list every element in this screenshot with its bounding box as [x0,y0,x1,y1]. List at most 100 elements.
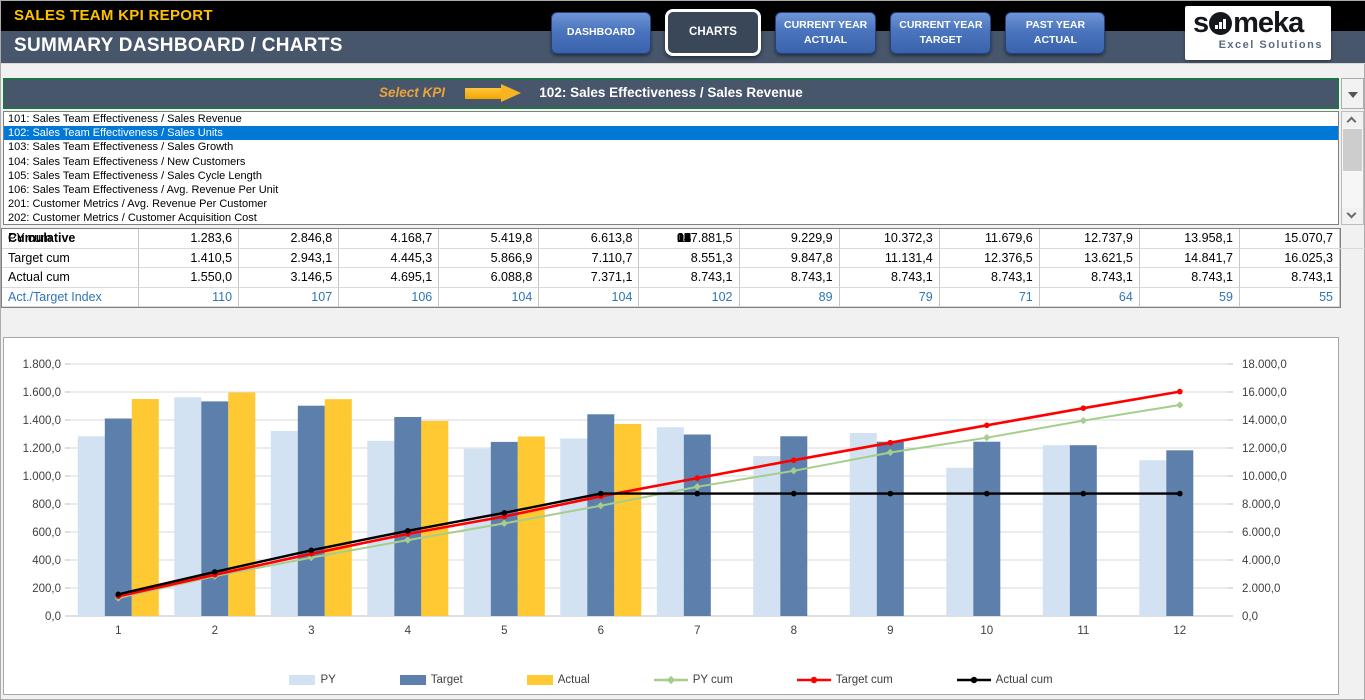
bar-target [298,406,325,616]
table-cell-value: 4.695,1 [339,268,439,288]
kpi-list-item[interactable]: 101: Sales Team Effectiveness / Sales Re… [4,112,1338,126]
charts-button[interactable]: CHARTS [665,9,761,56]
line-actual-cum-marker [598,491,604,497]
x-axis-label: 5 [501,625,507,637]
table-cell-value: 4.445,3 [339,249,439,269]
kpi-list-item[interactable]: 201: Customer Metrics / Avg. Revenue Per… [4,197,1338,211]
right-axis-label: 18.000,0 [1242,359,1287,371]
line-actual-cum-marker [888,491,894,497]
bar-target [684,435,711,617]
logo-text-meka: meka [1233,8,1303,38]
x-axis-label: 11 [1077,625,1089,637]
table-cell-value: 12.376,5 [940,249,1040,269]
legend-item-actual-cum: Actual cum [957,674,1053,686]
bar-target [587,414,614,616]
right-axis-label: 14.000,0 [1242,415,1287,427]
kpi-dropdown-button[interactable] [1341,78,1364,109]
x-axis-label: 7 [694,625,700,637]
x-axis-label: 4 [405,625,412,637]
line-target-cum-marker [1177,389,1183,395]
scroll-up-button[interactable] [1342,112,1363,128]
table-cell-value: 6.088,8 [439,268,539,288]
table-cell-value: 8.551,3 [639,249,739,269]
table-cell-value: 7.110,7 [539,249,639,269]
dashboard-button[interactable]: DASHBOARD [551,12,651,54]
scroll-down-button[interactable] [1342,208,1363,224]
table-cell-value: 104 [539,288,639,308]
table-cell-value: 11.131,4 [840,249,940,269]
line-actual-cum-marker [116,592,122,598]
bar-actual [518,437,545,617]
left-axis-label: 1.000,0 [23,471,61,483]
right-axis-label: 4.000,0 [1242,555,1280,567]
left-axis-label: 1.400,0 [23,415,61,427]
x-axis-label: 2 [212,625,218,637]
line-actual-cum-marker [212,569,218,575]
past-year-actual-button[interactable]: PAST YEAR ACTUAL [1005,12,1105,54]
line-py-cum-marker [1176,401,1183,408]
bar-target [394,417,421,616]
bar-py [1043,445,1070,616]
bar-actual [421,421,448,616]
table-cell-value: 79 [840,288,940,308]
kpi-list-item[interactable]: 106: Sales Team Effectiveness / Avg. Rev… [4,183,1338,197]
line-py-cum-marker [983,434,990,441]
table-row-label: Act./Target Index [2,288,139,308]
bar-py [464,449,491,616]
right-axis-label: 6.000,0 [1242,527,1280,539]
kpi-list-item[interactable]: 105: Sales Team Effectiveness / Sales Cy… [4,169,1338,183]
table-row-label: Target cum [2,249,139,269]
table-cell-value: 8.743,1 [1240,268,1340,288]
x-axis-label: 9 [887,625,893,637]
chevron-down-icon [1347,209,1357,219]
bar-actual [228,393,255,617]
someka-logo: smeka Excel Solutions [1185,6,1331,60]
kpi-selector-bar: Select KPI 102: Sales Effectiveness / Sa… [3,78,1339,109]
kpi-list-item[interactable]: 104: Sales Team Effectiveness / New Cust… [4,155,1338,169]
kpi-list-item[interactable]: 202: Customer Metrics / Customer Acquisi… [4,211,1338,225]
kpi-list-item[interactable]: 103: Sales Team Effectiveness / Sales Gr… [4,140,1338,154]
kpi-listbox: 101: Sales Team Effectiveness / Sales Re… [3,111,1339,225]
x-axis-label: 8 [791,625,797,637]
table-cell-value: 16.025,3 [1240,249,1340,269]
left-axis-label: 600,0 [32,527,61,539]
right-axis-label: 16.000,0 [1242,387,1287,399]
bar-py [850,433,877,616]
left-axis-label: 0,0 [45,611,61,623]
cumulative-table: Cumulative010203040506070809101112PY cum… [1,228,1341,308]
line-actual-cum-marker [502,510,508,516]
bar-target [491,442,518,616]
table-cell-value: 89 [740,288,840,308]
table-cell-value: 13.621,5 [1040,249,1140,269]
bar-target [877,442,904,616]
bar-py [78,436,105,616]
line-actual-cum-marker [984,491,990,497]
right-axis-label: 0,0 [1242,611,1258,623]
kpi-list-scrollbar[interactable] [1341,111,1364,225]
bar-py [753,456,780,616]
current-year-target-button[interactable]: CURRENT YEAR TARGET [890,12,991,54]
x-axis-label: 10 [980,625,993,637]
line-py-cum-marker [1080,417,1087,424]
line-target-cum-marker [984,423,990,429]
bar-target [973,442,1000,616]
kpi-list-item[interactable]: 102: Sales Team Effectiveness / Sales Un… [4,126,1338,140]
table-cell-value: 9.847,8 [740,249,840,269]
line-actual-cum-marker [309,548,315,554]
table-cell-value: 5.866,9 [439,249,539,269]
header: SALES TEAM KPI REPORT SUMMARY DASHBOARD … [1,1,1365,64]
bar-actual [614,424,641,616]
x-axis-label: 6 [598,625,604,637]
table-cell-value: 1.550,0 [139,268,239,288]
table-cell-value: 55 [1240,288,1340,308]
scrollbar-thumb[interactable] [1343,129,1362,171]
line-actual-cum-marker [695,491,701,497]
x-axis-label: 1 [115,625,121,637]
bar-py [946,468,973,616]
right-axis-label: 12.000,0 [1242,443,1287,455]
table-cell-value: 71 [940,288,1040,308]
current-year-actual-button[interactable]: CURRENT YEAR ACTUAL [775,12,876,54]
bar-target [1166,450,1193,616]
bar-py [1139,460,1166,616]
chart-legend: PYTargetActualPY cumTarget cumActual cum [4,674,1338,686]
